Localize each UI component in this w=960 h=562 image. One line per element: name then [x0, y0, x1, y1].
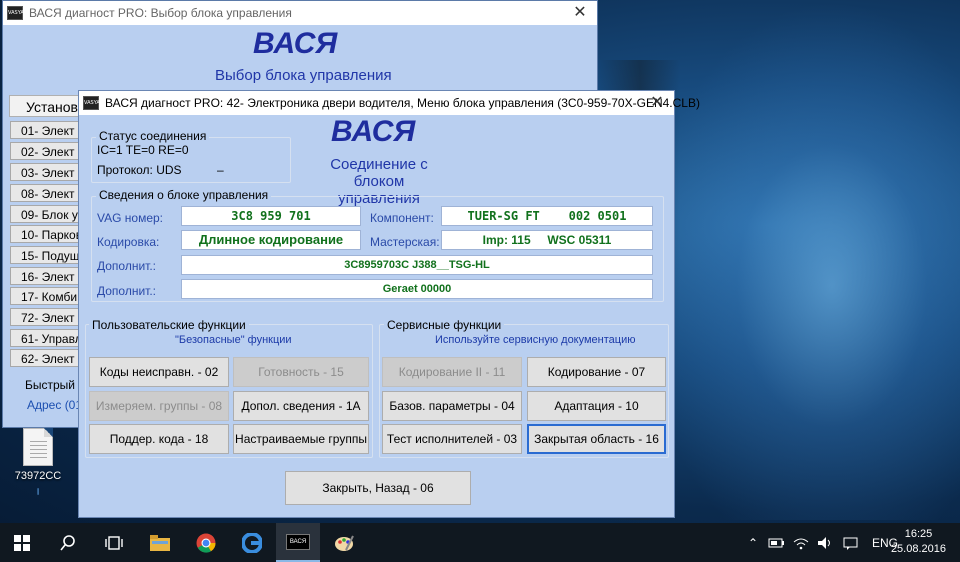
- window-title: ВАСЯ диагност PRO: Выбор блока управлени…: [29, 6, 292, 20]
- control-unit-list-item[interactable]: 10- Парков: [10, 225, 84, 243]
- control-unit-list-item[interactable]: 02- Элект: [10, 142, 84, 160]
- protocol-label: Протокол: UDS: [97, 163, 182, 177]
- start-button[interactable]: [0, 523, 44, 562]
- system-tray: ⌃ ENG: [742, 523, 898, 562]
- control-unit-list-item[interactable]: 72- Элект: [10, 308, 84, 326]
- titlebar[interactable]: VASYA ВАСЯ диагност PRO: Выбор блока упр…: [3, 1, 597, 25]
- output-test-button[interactable]: Тест исполнителей - 03: [382, 424, 522, 454]
- vag-number-value: 3C8 959 701: [181, 206, 361, 226]
- control-unit-list-item[interactable]: 16- Элект: [10, 267, 84, 285]
- app-icon: VASYA: [83, 96, 100, 110]
- vasya-app-button[interactable]: ВАСЯ: [276, 523, 320, 562]
- tab-installed[interactable]: Установ: [9, 95, 89, 117]
- control-unit-list-item[interactable]: 03- Элект: [10, 163, 84, 181]
- brand-logo-text: ВАСЯ: [331, 115, 416, 148]
- tray-chevron-up-icon[interactable]: ⌃: [742, 536, 764, 550]
- close-back-button[interactable]: Закрыть, Назад - 06: [285, 471, 471, 505]
- coding-value: Длинное кодирование: [181, 230, 361, 250]
- component-label: Компонент:: [370, 211, 434, 225]
- extra-info-button[interactable]: Допол. сведения - 1А: [233, 391, 369, 421]
- notification-icon[interactable]: [842, 536, 860, 550]
- control-unit-info-title: Сведения о блоке управления: [96, 188, 272, 202]
- desktop-wallpaper-glow: [640, 0, 960, 520]
- file-icon: [23, 428, 53, 466]
- protocol-dash: –: [217, 163, 224, 177]
- close-icon[interactable]: ✕: [648, 94, 666, 112]
- coding-label: Кодировка:: [97, 235, 160, 249]
- desktop-file-label: 73972CC: [14, 470, 62, 482]
- clock[interactable]: 16:25 25.08.2016: [891, 527, 946, 557]
- readiness-button[interactable]: Готовность - 15: [233, 357, 369, 387]
- window-subtitle-line1: Соединение с блоком: [330, 156, 428, 190]
- address-link[interactable]: Адрес (01: [27, 398, 82, 412]
- fault-codes-button[interactable]: Коды неисправн. - 02: [89, 357, 229, 387]
- search-button[interactable]: [46, 523, 90, 562]
- supported-codes-button[interactable]: Поддер. кода - 18: [89, 424, 229, 454]
- extra-info1-value: 3C8959703C J388__TSG-HL: [181, 255, 653, 275]
- user-functions-hint: "Безопасные" функции: [175, 334, 292, 346]
- coding-ii-button[interactable]: Кодирование II - 11: [382, 357, 522, 387]
- windows-logo-icon: [14, 534, 30, 551]
- control-unit-list-item[interactable]: 17- Комби: [10, 287, 84, 305]
- volume-icon[interactable]: [816, 536, 834, 550]
- workshop-value: Imp: 115 WSC 05311: [441, 230, 653, 250]
- coding-button[interactable]: Кодирование - 07: [527, 357, 666, 387]
- extra-info2-label: Дополнит.:: [97, 284, 157, 298]
- control-unit-list-item[interactable]: 15- Подуш: [10, 246, 84, 264]
- extra-info2-value: Geraet 00000: [181, 279, 653, 299]
- window-title: ВАСЯ диагност PRO: 42- Электроника двери…: [105, 96, 700, 110]
- quick-select-label: Быстрый в: [25, 378, 85, 392]
- window-subtitle: Выбор блока управления: [215, 67, 392, 84]
- paint-palette-icon: [335, 535, 354, 551]
- desktop-file-sublabel: ╷: [34, 483, 42, 495]
- close-icon[interactable]: ✕: [571, 4, 589, 22]
- edge-icon: [242, 532, 262, 553]
- app-icon: VASYA: [7, 6, 24, 20]
- measuring-blocks-button[interactable]: Измеряем. группы - 08: [89, 391, 229, 421]
- paint-button[interactable]: [322, 523, 366, 562]
- clock-date: 25.08.2016: [890, 543, 946, 555]
- control-unit-list-item[interactable]: 01- Элект: [10, 121, 84, 139]
- connection-status-values: IC=1 TE=0 RE=0: [97, 143, 189, 157]
- user-functions-title: Пользовательские функции: [89, 318, 249, 332]
- control-unit-list-item[interactable]: 08- Элект: [10, 184, 84, 202]
- custom-groups-button[interactable]: Настраиваемые группы: [233, 424, 369, 454]
- search-icon: [60, 534, 75, 550]
- extra-info1-label: Дополнит.:: [97, 259, 157, 273]
- edge-button[interactable]: [230, 523, 274, 562]
- connection-status-title: Статус соединения: [96, 129, 210, 143]
- service-functions-title: Сервисные функции: [384, 318, 505, 332]
- component-value: TUER-SG FT 002 0501: [441, 206, 653, 226]
- window-control-unit-menu[interactable]: VASYA ВАСЯ диагност PRO: 42- Электроника…: [78, 90, 700, 518]
- taskbar: ВАСЯ ⌃ ENG 16:25 25.08.2016: [0, 523, 960, 562]
- clock-time: 16:25: [904, 528, 933, 540]
- titlebar[interactable]: VASYA ВАСЯ диагност PRO: 42- Электроника…: [79, 91, 700, 115]
- network-icon[interactable]: [792, 536, 810, 550]
- service-functions-hint: Используйте сервисную документацию: [435, 334, 636, 346]
- folder-icon: [150, 534, 170, 551]
- workshop-label: Мастерская:: [370, 235, 440, 249]
- chrome-icon: [196, 533, 216, 553]
- file-explorer-button[interactable]: [138, 523, 182, 562]
- adaptation-button[interactable]: Адаптация - 10: [527, 391, 666, 421]
- security-access-button[interactable]: Закрытая область - 16: [527, 424, 666, 454]
- vag-number-label: VAG номер:: [97, 211, 164, 225]
- task-view-icon: [105, 535, 123, 550]
- vasya-app-icon: ВАСЯ: [286, 533, 310, 550]
- control-unit-list-item[interactable]: 09- Блок у: [10, 205, 84, 223]
- brand-logo-text: ВАСЯ: [253, 27, 338, 60]
- control-unit-list-item[interactable]: 61- Управл: [10, 329, 84, 347]
- desktop-file-icon[interactable]: 73972CC ╷: [10, 428, 66, 495]
- chrome-button[interactable]: [184, 523, 228, 562]
- basic-settings-button[interactable]: Базов. параметры - 04: [382, 391, 522, 421]
- task-view-button[interactable]: [92, 523, 136, 562]
- battery-icon[interactable]: [768, 537, 786, 549]
- control-unit-list-item[interactable]: 62- Элект: [10, 349, 84, 367]
